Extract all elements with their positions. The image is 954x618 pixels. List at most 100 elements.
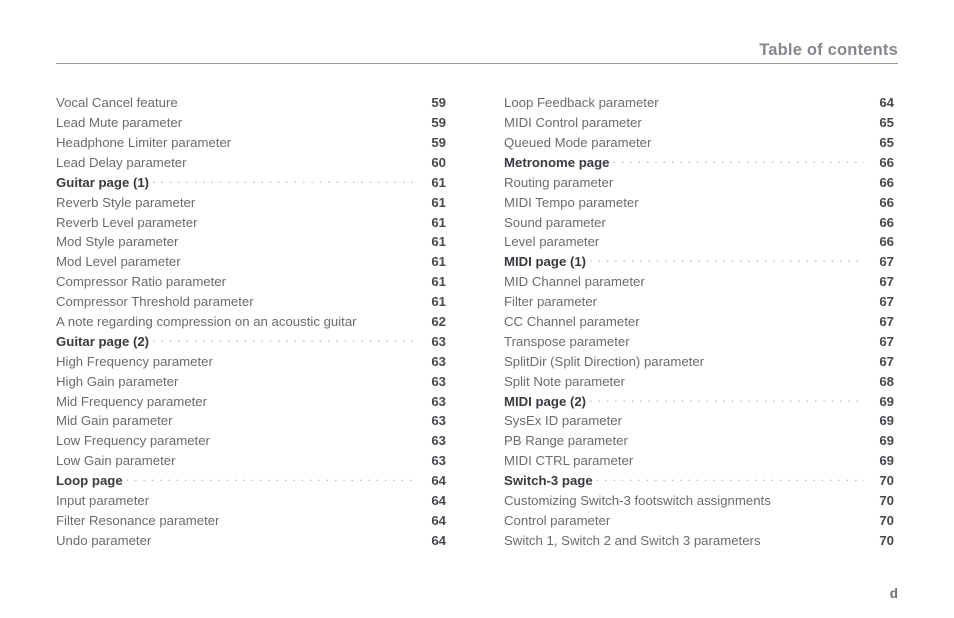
toc-entry-row[interactable]: Reverb Style parameter 61 (56, 193, 446, 213)
toc-entry-row[interactable]: Undo parameter 64 (56, 532, 446, 552)
toc-entry-row[interactable]: SplitDir (Split Direction) parameter 67 (504, 353, 894, 373)
toc-entry-label: Filter Resonance parameter (56, 512, 220, 528)
toc-dot-leader (589, 253, 864, 266)
toc-section-row[interactable]: MIDI page (2) 69 (504, 392, 894, 412)
toc-page-number: 70 (879, 473, 894, 489)
toc-entry-row[interactable]: Lead Mute parameter 59 (56, 114, 446, 134)
toc-dot-leader (154, 532, 420, 545)
toc-section-row[interactable]: Metronome page 66 (504, 154, 894, 174)
toc-dot-leader (178, 452, 420, 465)
toc-entry-label: Queued Mode parameter (504, 134, 652, 150)
toc-page-number: 65 (879, 134, 894, 150)
toc-page-number: 63 (431, 413, 446, 429)
toc-entry-row[interactable]: Transpose parameter 67 (504, 333, 894, 353)
toc-dot-leader (152, 492, 420, 505)
toc-section-row[interactable]: Switch-3 page 70 (504, 472, 894, 492)
toc-entry-label: Lead Mute parameter (56, 115, 183, 131)
toc-entry-label: Vocal Cancel feature (56, 95, 178, 111)
toc-page-number: 66 (879, 194, 894, 210)
toc-entry-label: Guitar page (1) (56, 174, 150, 190)
toc-entry-row[interactable]: Lead Delay parameter 60 (56, 154, 446, 174)
toc-entry-row[interactable]: MIDI CTRL parameter 69 (504, 452, 894, 472)
toc-entry-row[interactable]: Split Note parameter 68 (504, 372, 894, 392)
toc-entry-row[interactable]: Mid Gain parameter 63 (56, 412, 446, 432)
toc-entry-row[interactable]: Low Frequency parameter 63 (56, 432, 446, 452)
toc-column-left: Vocal Cancel feature 59 Lead Mute paramete… (56, 94, 446, 551)
toc-dot-leader (616, 174, 868, 187)
toc-entry-row[interactable]: Mod Style parameter 61 (56, 233, 446, 253)
toc-entry-label: SysEx ID parameter (504, 413, 622, 429)
toc-entry-row[interactable]: Compressor Threshold parameter 61 (56, 293, 446, 313)
toc-dot-leader (654, 134, 868, 147)
toc-entry-row[interactable]: Switch 1, Switch 2 and Switch 3 paramete… (504, 532, 894, 552)
toc-entry-row[interactable]: Filter Resonance parameter 64 (56, 512, 446, 532)
toc-dot-leader (613, 512, 868, 525)
toc-page-number: 64 (431, 532, 446, 548)
toc-entry-label: Loop Feedback parameter (504, 95, 659, 111)
toc-dot-leader (609, 213, 868, 226)
toc-entry-row[interactable]: Routing parameter 66 (504, 174, 894, 194)
toc-entry-row[interactable]: Reverb Level parameter 61 (56, 213, 446, 233)
toc-page-number: 66 (879, 174, 894, 190)
toc-entry-row[interactable]: Input parameter 64 (56, 492, 446, 512)
toc-entry-label: Undo parameter (56, 532, 152, 548)
toc-entry-label: Reverb Level parameter (56, 214, 198, 230)
toc-page: Table of contents Vocal Cancel feature 59… (0, 0, 954, 618)
toc-page-number: 67 (879, 294, 894, 310)
toc-dot-leader (200, 213, 420, 226)
toc-entry-label: Metronome page (504, 154, 610, 170)
toc-dot-leader (764, 532, 868, 545)
toc-entry-label: MIDI page (2) (504, 393, 587, 409)
toc-entry-row[interactable]: CC Channel parameter 67 (504, 313, 894, 333)
toc-page-number: 62 (431, 313, 446, 329)
toc-page-number: 63 (431, 433, 446, 449)
toc-entry-row[interactable]: Compressor Ratio parameter 61 (56, 273, 446, 293)
toc-entry-label: SplitDir (Split Direction) parameter (504, 353, 705, 369)
toc-page-number: 69 (879, 433, 894, 449)
toc-entry-row[interactable]: A note regarding compression on an acous… (56, 313, 446, 333)
toc-page-number: 63 (431, 333, 446, 349)
toc-page-number: 61 (431, 294, 446, 310)
toc-section-row[interactable]: Guitar page (1) 61 (56, 174, 446, 194)
toc-page-number: 64 (431, 512, 446, 528)
toc-entry-row[interactable]: Mod Level parameter 61 (56, 253, 446, 273)
toc-dot-leader (642, 193, 868, 206)
toc-entry-row[interactable]: SysEx ID parameter 69 (504, 412, 894, 432)
toc-dot-leader (126, 472, 416, 485)
page-header: Table of contents (56, 32, 898, 64)
toc-page-number: 70 (879, 512, 894, 528)
toc-entry-row[interactable]: Control parameter 70 (504, 512, 894, 532)
toc-dot-leader (185, 114, 420, 127)
toc-entry-row[interactable]: Vocal Cancel feature 59 (56, 94, 446, 114)
toc-page-number: 63 (431, 373, 446, 389)
toc-entry-row[interactable]: High Gain parameter 63 (56, 372, 446, 392)
toc-section-row[interactable]: MIDI page (1) 67 (504, 253, 894, 273)
toc-entry-row[interactable]: Queued Mode parameter 65 (504, 134, 894, 154)
toc-page-number: 63 (431, 353, 446, 369)
toc-entry-row[interactable]: MIDI Tempo parameter 66 (504, 193, 894, 213)
toc-page-number: 69 (879, 413, 894, 429)
toc-page-number: 70 (879, 532, 894, 548)
toc-entry-row[interactable]: Mid Frequency parameter 63 (56, 392, 446, 412)
toc-page-number: 63 (431, 393, 446, 409)
toc-entry-label: Switch-3 page (504, 473, 593, 489)
toc-entry-row[interactable]: Customizing Switch-3 footswitch assignme… (504, 492, 894, 512)
toc-entry-row[interactable]: MID Channel parameter 67 (504, 273, 894, 293)
toc-entry-row[interactable]: High Frequency parameter 63 (56, 353, 446, 373)
toc-entry-row[interactable]: PB Range parameter 69 (504, 432, 894, 452)
toc-entry-row[interactable]: Level parameter 66 (504, 233, 894, 253)
toc-dot-leader (631, 432, 868, 445)
toc-entry-row[interactable]: Filter parameter 67 (504, 293, 894, 313)
toc-entry-row[interactable]: Sound parameter 66 (504, 213, 894, 233)
toc-page-number: 70 (879, 493, 894, 508)
header-divider (56, 63, 898, 64)
toc-entry-row[interactable]: MIDI Control parameter 65 (504, 114, 894, 134)
toc-section-row[interactable]: Guitar page (2) 63 (56, 333, 446, 353)
toc-page-number: 59 (431, 134, 446, 150)
toc-entry-row[interactable]: Loop Feedback parameter 64 (504, 94, 894, 114)
toc-section-row[interactable]: Loop page 64 (56, 472, 446, 492)
toc-entry-row[interactable]: Headphone Limiter parameter 59 (56, 134, 446, 154)
toc-dot-leader (181, 233, 420, 246)
toc-entry-label: High Frequency parameter (56, 353, 213, 369)
toc-entry-row[interactable]: Low Gain parameter 63 (56, 452, 446, 472)
